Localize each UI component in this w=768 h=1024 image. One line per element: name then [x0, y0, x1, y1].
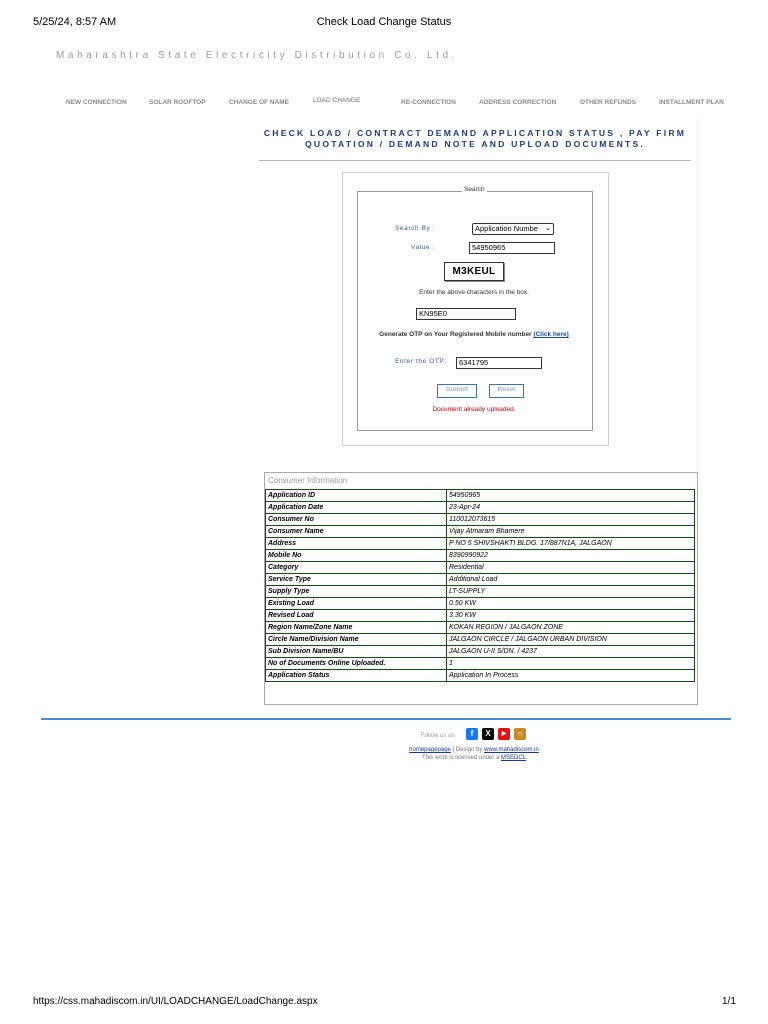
- table-row: Revised Load 3.30 KW: [265, 609, 695, 622]
- table-row: Application Status Application In Process: [265, 669, 695, 682]
- nav-change-of-name[interactable]: CHANGE OF NAME: [229, 99, 289, 106]
- table-cell-key: Revised Load: [265, 609, 447, 622]
- table-cell-value: P NO 5 SHIVSHAKTI BLDG. 17/887N1A, JALGA…: [446, 537, 695, 550]
- captcha-input[interactable]: KN95E0: [416, 308, 516, 320]
- table-cell-value: JALGAON CIRCLE / JALGAON URBAN DIVISION: [446, 633, 695, 646]
- search-by-label: Search By :: [395, 225, 436, 232]
- table-cell-key: Supply Type: [265, 585, 447, 598]
- print-title: Check Load Change Status: [316, 16, 452, 28]
- table-cell-value: LT-SUPPLY: [446, 585, 695, 598]
- nav-solar-rooftop[interactable]: SOLAR ROOFTOP: [149, 99, 206, 106]
- heading-divider: [259, 160, 691, 161]
- search-by-selected-value: Application Numbe: [475, 224, 538, 233]
- table-cell-key: Sub Division Name/BU: [265, 645, 447, 658]
- captcha-hint: Enter the above characters in the box.: [419, 289, 529, 296]
- print-url: https://css.mahadiscom.in/UI/LOADCHANGE/…: [33, 996, 318, 1007]
- search-by-select[interactable]: Application Numbe ⌄: [472, 223, 554, 235]
- table-cell-value: 54950965: [446, 489, 695, 502]
- nav-installment-plan[interactable]: INSTALLMENT PLAN: [659, 99, 724, 106]
- reset-button[interactable]: Reset: [489, 384, 524, 398]
- org-name: Maharashtra State Electricity Distributi…: [56, 50, 459, 61]
- table-cell-value: JALGAON U-II S/DN. / 4237: [446, 645, 695, 658]
- table-row: Address P NO 5 SHIVSHAKTI BLDG. 17/887N1A…: [265, 537, 695, 550]
- otp-label: Enter the OTP:: [395, 358, 447, 365]
- otp-generate-text: Generate OTP on Your Registered Mobile n…: [357, 331, 591, 338]
- footer-credits: homepagepage | Design by www.mahadiscom.…: [0, 747, 768, 753]
- table-cell-value: Vijay Atmaram Bhamere: [446, 525, 695, 538]
- table-cell-key: Application Status: [265, 669, 447, 682]
- youtube-icon[interactable]: ▶: [498, 728, 510, 740]
- page-heading-line1: CHECK LOAD / CONTRACT DEMAND APPLICATION…: [263, 128, 687, 138]
- table-row: Supply Type LT-SUPPLY: [265, 585, 695, 598]
- instagram-icon[interactable]: ○: [514, 728, 526, 740]
- table-cell-value: Application In Process: [446, 669, 695, 682]
- table-cell-value: 3.30 KW: [446, 609, 695, 622]
- table-cell-value: 0.50 KW: [446, 597, 695, 610]
- table-cell-key: Existing Load: [265, 597, 447, 610]
- table-row: Region Name/Zone Name KOKAN REGION / JALG…: [265, 621, 695, 634]
- table-row: Mobile No 8390990922: [265, 549, 695, 562]
- consumer-info-title: Consumer Information: [268, 476, 348, 485]
- nav-re-connection[interactable]: RE-CONNECTION: [401, 99, 456, 106]
- license-text: This work is licensed under a: [421, 755, 500, 761]
- table-cell-key: Application ID: [265, 489, 447, 502]
- otp-generate-label: Generate OTP on Your Registered Mobile n…: [379, 331, 532, 338]
- table-cell-key: Category: [265, 561, 447, 574]
- footer-license: This work is licensed under a MSEDCL: [0, 755, 768, 761]
- follow-us-label: Follow us on: [421, 733, 455, 739]
- table-row: Consumer No 110012073615: [265, 513, 695, 526]
- facebook-icon[interactable]: f: [466, 728, 478, 740]
- search-legend: Search: [462, 186, 487, 193]
- captcha-image: M3KEUL: [444, 262, 504, 281]
- otp-input[interactable]: 6341795: [456, 357, 542, 369]
- homepage-link[interactable]: homepagepage: [409, 747, 451, 753]
- table-cell-key: No of Documents Online Uploaded.: [265, 657, 447, 670]
- table-row: Sub Division Name/BU JALGAON U-II S/DN. /…: [265, 645, 695, 658]
- table-row: Consumer Name Vijay Atmaram Bhamere: [265, 525, 695, 538]
- nav-address-correction[interactable]: ADDRESS CORRECTION: [479, 99, 556, 106]
- table-row: Service Type Additional Load: [265, 573, 695, 586]
- table-row: Application Date 23-Apr-24: [265, 501, 695, 514]
- chevron-down-icon: ⌄: [545, 225, 551, 232]
- table-cell-key: Region Name/Zone Name: [265, 621, 447, 634]
- table-cell-value: 1: [446, 657, 695, 670]
- otp-click-here-link[interactable]: (Click here): [533, 331, 568, 338]
- table-cell-key: Application Date: [265, 501, 447, 514]
- error-message: Document already uploaded.: [432, 406, 516, 413]
- footer-divider: [41, 718, 731, 720]
- table-row: Existing Load 0.50 KW: [265, 597, 695, 610]
- page-heading: CHECK LOAD / CONTRACT DEMAND APPLICATION…: [262, 128, 688, 150]
- x-twitter-icon[interactable]: X: [482, 728, 494, 740]
- table-cell-key: Consumer No: [265, 513, 447, 526]
- design-link[interactable]: www.mahadiscom.in: [484, 747, 539, 753]
- value-label: Value :: [411, 244, 435, 251]
- table-cell-value: Additional Load: [446, 573, 695, 586]
- table-row: Category Residential: [265, 561, 695, 574]
- table-cell-key: Service Type: [265, 573, 447, 586]
- consumer-info-table: Application ID 54950965 Application Date 23…: [265, 489, 695, 682]
- nav-new-connection[interactable]: NEW CONNECTION: [66, 99, 127, 106]
- submit-button[interactable]: Submit: [437, 384, 477, 398]
- nav-other-refunds[interactable]: OTHER REFUNDS: [580, 99, 636, 106]
- table-cell-value: KOKAN REGION / JALGAON ZONE: [446, 621, 695, 634]
- table-row: No of Documents Online Uploaded. 1: [265, 657, 695, 670]
- table-cell-value: 8390990922: [446, 549, 695, 562]
- value-input[interactable]: 54950965: [469, 242, 555, 254]
- design-by-text: | Design by: [452, 747, 483, 753]
- license-link[interactable]: MSEDCL: [501, 755, 526, 761]
- table-cell-key: Circle Name/Division Name: [265, 633, 447, 646]
- table-cell-value: 23-Apr-24: [446, 501, 695, 514]
- print-page-number: 1/1: [722, 996, 736, 1007]
- table-row: Circle Name/Division Name JALGAON CIRCLE …: [265, 633, 695, 646]
- nav-load-change[interactable]: LOAD CHANGE: [313, 97, 360, 104]
- table-row: Application ID 54950965: [265, 489, 695, 502]
- table-cell-value: Residential: [446, 561, 695, 574]
- table-cell-key: Address: [265, 537, 447, 550]
- table-cell-value: 110012073615: [446, 513, 695, 526]
- page-heading-line2: QUOTATION / DEMAND NOTE AND UPLOAD DOCUM…: [305, 139, 645, 149]
- table-cell-key: Consumer Name: [265, 525, 447, 538]
- table-cell-key: Mobile No: [265, 549, 447, 562]
